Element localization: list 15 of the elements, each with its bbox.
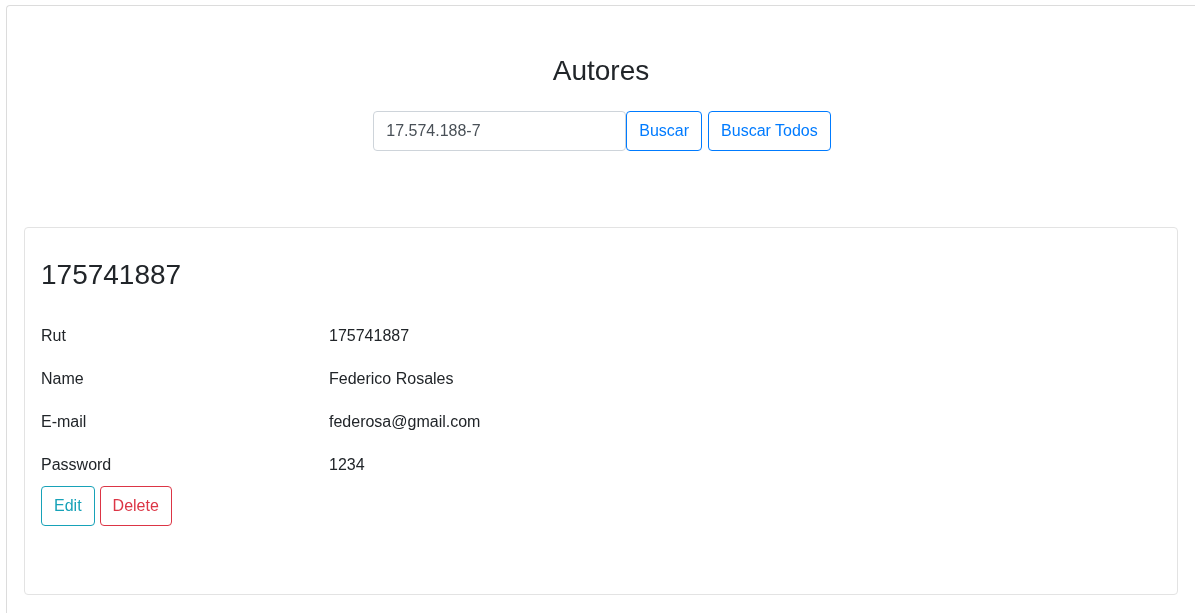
search-button[interactable]: Buscar Todos	[708, 111, 831, 151]
edit-button[interactable]: Edit	[41, 486, 95, 526]
delete-button[interactable]: Delete	[99, 486, 172, 526]
page-title: Autores	[551, 54, 651, 88]
field-value: federosa@gmail.com	[329, 413, 481, 432]
field-label: Password	[41, 456, 113, 475]
field-value: 175741887	[329, 327, 410, 346]
field-label: Name	[41, 370, 85, 389]
field-label: Rut	[41, 327, 67, 346]
field-value: Federico Rosales	[329, 370, 454, 389]
search-button[interactable]: Buscar	[626, 111, 703, 151]
field-label: E-mail	[41, 413, 88, 432]
card-heading: 175741887	[41, 258, 183, 292]
search-field[interactable]: 17.574.188-7	[373, 111, 627, 151]
field-value: 1234	[329, 456, 365, 475]
